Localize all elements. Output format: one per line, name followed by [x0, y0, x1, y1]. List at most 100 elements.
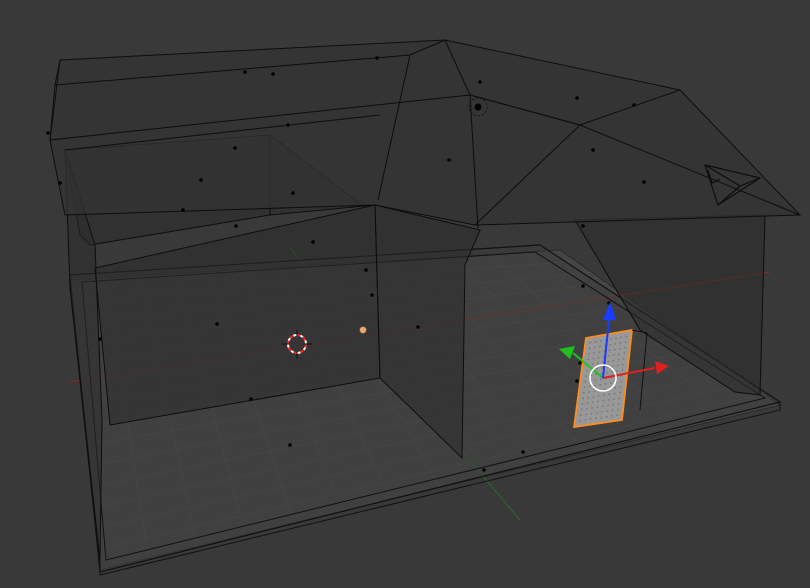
face-dot — [620, 336, 622, 339]
face-dot — [610, 338, 612, 341]
face-dot — [588, 352, 590, 355]
face-dot — [607, 399, 610, 401]
face-dot — [599, 383, 602, 386]
face-dot — [592, 395, 595, 398]
face-dot — [614, 343, 617, 345]
face-dot — [585, 413, 587, 416]
face-dot — [587, 396, 590, 399]
face-dot — [611, 371, 613, 373]
face-dot — [601, 405, 604, 408]
face-dot — [611, 415, 613, 417]
face-dot — [599, 345, 601, 348]
face-dot — [591, 363, 594, 365]
face-dot — [608, 393, 611, 396]
face-dot — [625, 335, 628, 338]
face-dot — [616, 414, 619, 417]
face-dot — [624, 341, 627, 343]
face-dot — [602, 399, 605, 402]
face-dot — [581, 403, 584, 405]
face-dot — [600, 378, 602, 381]
face-dot — [617, 403, 620, 405]
face-dot — [597, 395, 600, 397]
face-dot — [598, 351, 601, 353]
face-dot — [609, 382, 612, 384]
face-dot — [596, 362, 599, 365]
face-dot — [594, 384, 596, 387]
face-dot — [613, 398, 615, 400]
face-dot — [604, 383, 607, 385]
face-dot — [612, 359, 615, 362]
3d-viewport[interactable] — [0, 0, 810, 588]
face-dot — [618, 397, 621, 400]
face-dot — [589, 418, 592, 420]
face-dot — [595, 411, 598, 414]
face-dot — [623, 352, 626, 355]
face-dot — [608, 349, 611, 352]
face-dot — [619, 386, 622, 388]
face-dot — [584, 419, 587, 421]
face-dot — [585, 369, 588, 372]
face-dot — [586, 402, 589, 404]
face-dot — [585, 375, 587, 377]
face-dot — [617, 364, 619, 367]
face-dot — [591, 401, 594, 404]
face-dot — [596, 406, 599, 408]
face-dot — [607, 404, 609, 407]
face-dot — [588, 391, 590, 393]
face-dot — [619, 391, 621, 394]
face-dot — [599, 340, 602, 342]
face-dot — [603, 394, 605, 396]
face-dot — [589, 341, 592, 344]
face-dot — [596, 367, 598, 370]
face-dot — [601, 411, 603, 413]
face-dot — [600, 372, 603, 375]
face-dot — [594, 340, 597, 343]
face-dot — [593, 390, 596, 393]
face-dot — [621, 369, 624, 372]
face-dot — [617, 408, 619, 411]
face-dot — [617, 358, 620, 361]
face-dot — [611, 365, 614, 368]
face-dot — [582, 391, 585, 394]
face-dot — [591, 407, 593, 409]
face-dot — [618, 347, 621, 350]
face-dot — [611, 409, 614, 412]
face-dot — [592, 357, 595, 360]
face-dot — [583, 386, 586, 389]
face-dot — [601, 367, 604, 369]
face-dot — [609, 343, 612, 346]
face-dot — [622, 363, 624, 366]
face-dot — [607, 360, 610, 363]
face-dot — [613, 348, 616, 351]
face-dot — [584, 380, 587, 383]
face-dot — [588, 347, 591, 350]
face-dot — [607, 355, 610, 357]
face-dot — [593, 352, 595, 354]
face-dot — [616, 370, 619, 372]
face-dot — [579, 419, 581, 422]
object-origin-marker — [359, 326, 367, 334]
face-dot — [579, 414, 582, 416]
face-dot — [605, 415, 608, 418]
face-dot — [595, 417, 597, 420]
face-dot — [622, 358, 625, 360]
face-dot — [588, 385, 591, 388]
face-dot — [580, 408, 583, 411]
face-dot — [605, 371, 608, 374]
face-dot — [620, 380, 622, 383]
face-dot — [597, 400, 599, 403]
roof — [49, 39, 802, 229]
face-dot — [613, 354, 615, 356]
face-dot — [613, 392, 616, 395]
face-dot — [618, 353, 621, 356]
face-dot — [594, 379, 597, 381]
face-dot — [587, 358, 590, 361]
face-dot — [597, 356, 600, 359]
face-dot — [582, 397, 584, 400]
face-dot — [624, 346, 626, 349]
face-dot — [590, 412, 593, 415]
face-dot — [600, 416, 603, 419]
face-dot — [619, 342, 622, 344]
face-dot — [615, 337, 617, 340]
face-dot — [593, 346, 596, 349]
